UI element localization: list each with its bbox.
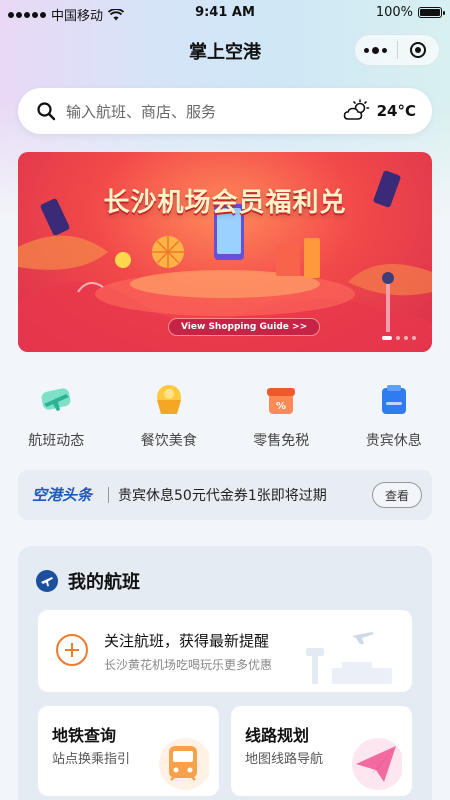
quick-nav-food[interactable]: 餐饮美食 xyxy=(113,374,226,454)
headline-tag: 空港头条 xyxy=(32,486,93,504)
more-icon[interactable] xyxy=(355,46,397,54)
airplane-icon xyxy=(36,570,58,592)
vip-icon xyxy=(381,385,406,414)
shop-icon: % xyxy=(267,388,296,414)
shopping-guide-button[interactable]: View Shopping Guide >> xyxy=(168,318,321,336)
quick-nav-label: 餐饮美食 xyxy=(140,433,197,449)
quick-nav-duty-free[interactable]: % 零售免税 xyxy=(225,374,338,454)
carousel-indicator xyxy=(382,336,416,340)
airport-tower-icon xyxy=(306,632,392,684)
search-icon xyxy=(37,102,56,121)
follow-flight-card[interactable]: 关注航班，获得最新提醒 长沙黄花机场吃喝玩乐更多优惠 xyxy=(38,610,412,692)
partly-cloudy-icon xyxy=(343,99,369,120)
svg-text:%: % xyxy=(276,401,286,412)
battery-icon xyxy=(418,7,445,18)
quick-nav-label: 零售免税 xyxy=(253,433,310,449)
view-button[interactable]: 查看 xyxy=(372,482,422,508)
my-flights-title: 我的航班 xyxy=(68,572,140,593)
temperature-label: 24°C xyxy=(376,102,416,120)
my-flights-section: 我的航班 关注航班，获得最新提醒 长沙黄花机场吃喝玩乐更多优惠 地铁查询 站点换… xyxy=(18,546,432,800)
metro-card[interactable]: 地铁查询 站点换乘指引 xyxy=(38,706,219,796)
weather-widget[interactable]: 24°C xyxy=(343,99,416,123)
route-title: 线路规划 xyxy=(245,726,310,745)
add-icon xyxy=(56,634,88,666)
status-bar: 中国移动 9:41 AM 100% xyxy=(0,0,450,26)
close-miniprogram-icon[interactable] xyxy=(397,42,439,58)
headline-text: 贵宾休息50元代金券1张即将过期 xyxy=(118,488,327,504)
banner-title: 长沙机场会员福利兑 xyxy=(103,188,347,218)
quick-nav-label: 贵宾休息 xyxy=(365,433,422,449)
metro-subtitle: 站点换乘指引 xyxy=(52,752,131,767)
headline-divider xyxy=(108,487,109,503)
plane-icon xyxy=(41,388,71,411)
quick-nav-vip-lounge[interactable]: 贵宾休息 xyxy=(338,374,450,454)
headline-bar[interactable]: 空港头条 贵宾休息50元代金券1张即将过期 查看 xyxy=(18,470,432,520)
train-icon xyxy=(159,738,209,790)
quick-nav-flight-status[interactable]: 航班动态 xyxy=(0,374,113,454)
status-right: 100% xyxy=(375,5,445,20)
search-bar[interactable]: 输入航班、商店、服务 24°C xyxy=(18,88,432,134)
miniprogram-capsule xyxy=(354,34,440,66)
route-subtitle: 地图线路导航 xyxy=(245,752,324,767)
quick-nav: 航班动态 餐饮美食 % 零售免税 贵宾休息 xyxy=(0,374,450,454)
metro-title: 地铁查询 xyxy=(52,726,117,745)
my-flights-header: 我的航班 xyxy=(36,568,140,594)
follow-flight-title: 关注航班，获得最新提醒 xyxy=(104,632,270,650)
battery-label: 100% xyxy=(375,5,413,20)
promo-banner[interactable]: 长沙机场会员福利兑 View Shopping Guide >> xyxy=(18,152,432,352)
search-input[interactable]: 输入航班、商店、服务 xyxy=(66,101,216,122)
quick-nav-label: 航班动态 xyxy=(28,433,85,449)
food-icon xyxy=(156,385,181,414)
route-card[interactable]: 线路规划 地图线路导航 xyxy=(231,706,412,796)
follow-flight-subtitle: 长沙黄花机场吃喝玩乐更多优惠 xyxy=(104,658,273,672)
paper-plane-icon xyxy=(352,738,402,790)
